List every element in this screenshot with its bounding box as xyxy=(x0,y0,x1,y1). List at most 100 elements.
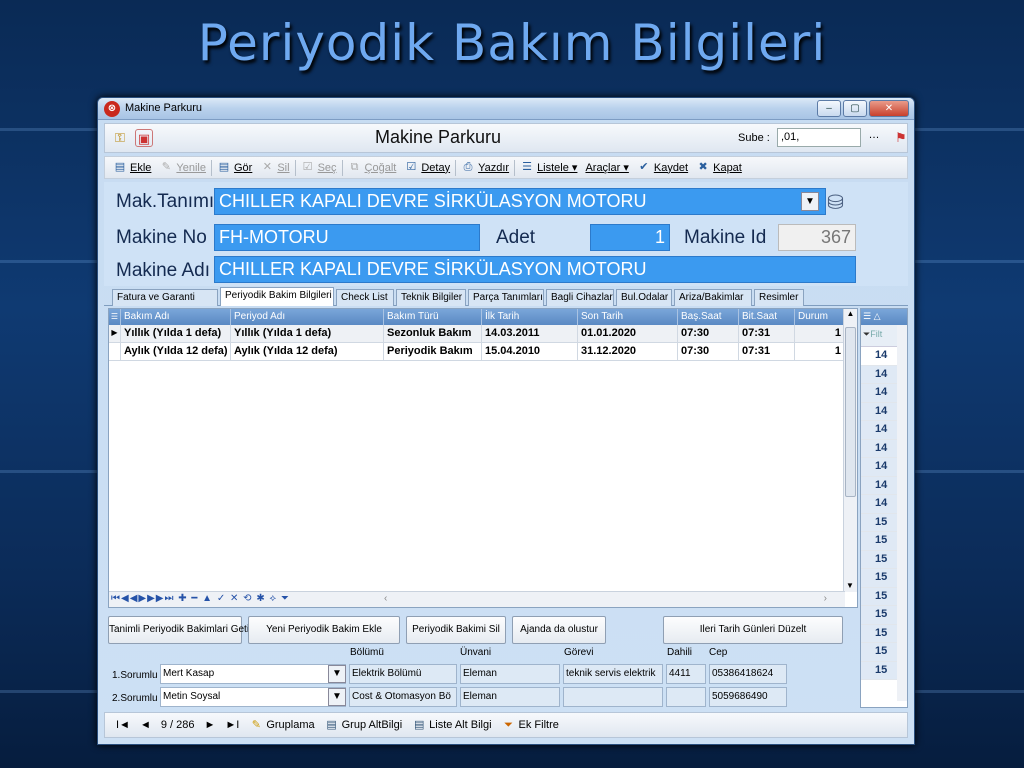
scroll-down-icon[interactable]: ▼ xyxy=(846,581,854,590)
toolbar-araçlar-button[interactable]: Araçlar ▾ xyxy=(581,161,632,174)
row-indicator xyxy=(109,343,121,360)
table-cell: 15.04.2010 xyxy=(482,343,578,360)
chevron-down-icon[interactable]: ▼ xyxy=(328,688,346,706)
database-search-icon[interactable]: ⛁ xyxy=(827,190,844,215)
table-row[interactable]: Aylık (Yılda 12 defa) Aylık (Yılda 12 def… xyxy=(109,343,857,361)
makine-adi-field[interactable]: CHILLER KAPALI DEVRE SİRKÜLASYON MOTORU xyxy=(214,256,856,283)
exit-icon[interactable]: ⚑ xyxy=(892,129,910,147)
tab-5[interactable]: Parça Tanımları xyxy=(468,289,544,306)
grid-vertical-scrollbar[interactable]: ▲ ▼ xyxy=(843,309,857,592)
tab-4[interactable]: Teknik Bilgiler xyxy=(396,289,466,306)
responsible-cep: 5059686490 xyxy=(709,687,787,707)
chevron-down-icon[interactable]: ▼ xyxy=(801,192,819,211)
delete-icon: ✕ xyxy=(262,161,272,173)
column-header[interactable]: Bakım Türü xyxy=(384,309,482,325)
create-agenda-button[interactable]: Ajanda da olustur xyxy=(512,616,606,644)
bottom-navigation-bar: I◄ ◄ 9 / 286 ► ►I ✎ Gruplama ▤ Grup AltBil… xyxy=(104,712,908,738)
responsible-name-select[interactable]: Mert Kasap xyxy=(160,664,346,684)
unvan-header: Ünvani xyxy=(460,647,492,658)
delete-maintenance-button[interactable]: Periyodik Bakimi Sil xyxy=(406,616,506,644)
key-icon[interactable]: ⚿ xyxy=(111,129,129,147)
adet-label: Adet xyxy=(496,227,536,248)
record-position: 9 / 286 xyxy=(160,719,195,731)
scroll-right-icon[interactable]: › xyxy=(824,593,827,604)
table-cell: Aylık (Yılda 12 defa) xyxy=(121,343,231,360)
add-maintenance-button[interactable]: Yeni Periyodik Bakim Ekle xyxy=(248,616,400,644)
table-cell: Periyodik Bakım xyxy=(384,343,482,360)
column-header[interactable]: Baş.Saat xyxy=(678,309,739,325)
toolbar-seç-button[interactable]: ☑ Seç xyxy=(297,161,341,174)
liste-alt-bilgi-button[interactable]: ▤ Liste Alt Bilgi xyxy=(407,719,496,732)
column-header[interactable]: Bit.Saat xyxy=(739,309,795,325)
grid-menu-icon[interactable]: ☰ xyxy=(109,309,121,325)
prev-record-button[interactable]: ◄ xyxy=(135,719,156,731)
dahili-header: Dahili xyxy=(667,647,693,658)
toolbar-yenile-button[interactable]: ✎ Yenile xyxy=(155,161,210,174)
grid-header: ☰ Bakım Adı Periyod Adı Bakım Türü İlk Tarih… xyxy=(109,309,857,325)
tab-3[interactable]: Check List xyxy=(336,289,394,306)
minimize-button[interactable]: – xyxy=(817,100,841,117)
detail-icon: ☑ xyxy=(406,161,417,173)
makine-no-label: Makine No xyxy=(116,227,207,248)
toolbar-gör-button[interactable]: ▤ Gör xyxy=(213,161,256,174)
gruplama-button[interactable]: ✎ Gruplama xyxy=(244,719,319,732)
adet-field[interactable]: 1 xyxy=(590,224,670,251)
column-header[interactable]: Periyod Adı xyxy=(231,309,384,325)
get-maintenance-button[interactable]: Tanimli Periyodik Bakimlari Getir xyxy=(108,616,252,644)
tab-8[interactable]: Ariza/Bakimlar xyxy=(674,289,752,306)
window-titlebar[interactable]: ⊗ Makine Parkuru – ▢ ✕ xyxy=(98,98,914,120)
last-record-button[interactable]: ►I xyxy=(220,719,244,731)
responsible-name-select[interactable]: Metin Soysal xyxy=(160,687,346,707)
toolbar-ekle-button[interactable]: ▤ Ekle xyxy=(109,161,155,174)
toolbar-sil-button[interactable]: ✕ Sil xyxy=(256,161,293,174)
tab-9[interactable]: Resimler xyxy=(754,289,804,306)
responsible-label: 2.Sorumlu xyxy=(112,693,158,704)
scroll-up-icon[interactable]: ▲ xyxy=(844,309,857,318)
toolbar-detay-button[interactable]: ☑ Detay xyxy=(400,161,454,174)
cep-header: Cep xyxy=(709,647,728,658)
maximize-button[interactable]: ▢ xyxy=(843,100,867,117)
scroll-left-icon[interactable]: ‹ xyxy=(384,593,387,604)
tab-6[interactable]: Bagli Cihazlar xyxy=(546,289,614,306)
makine-no-field[interactable]: FH-MOTORU xyxy=(214,224,480,251)
fix-dates-button[interactable]: Ileri Tarih Günleri Düzelt xyxy=(663,616,843,644)
toolbar-listele-button[interactable]: ☰ Listele ▾ xyxy=(516,161,581,174)
window-close-button[interactable]: ✕ xyxy=(869,100,909,117)
mak-tanimi-select[interactable]: CHILLER KAPALI DEVRE SİRKÜLASYON MOTORU xyxy=(214,188,826,215)
view-icon: ▤ xyxy=(218,161,230,173)
table-row[interactable]: ▶ Yıllık (Yılda 1 defa) Yıllık (Yılda 1 de… xyxy=(109,325,857,343)
building-icon[interactable]: ▣ xyxy=(135,129,153,147)
column-header[interactable]: İlk Tarih xyxy=(482,309,578,325)
tab-2[interactable]: Periyodik Bakim Bilgileri xyxy=(220,287,334,306)
responsible-unvan: Eleman xyxy=(460,687,560,707)
sube-input[interactable]: ,01, xyxy=(777,128,861,147)
next-record-button[interactable]: ► xyxy=(199,719,220,731)
wand-icon: ✎ xyxy=(251,718,261,731)
side-grid-scrollbar[interactable] xyxy=(897,325,907,701)
column-header[interactable]: Son Tarih xyxy=(578,309,678,325)
tab-7[interactable]: Bul.Odalar xyxy=(616,289,672,306)
column-header[interactable]: Bakım Adı xyxy=(121,309,231,325)
sube-more-button[interactable]: … xyxy=(866,129,882,147)
column-header[interactable]: Durum xyxy=(795,309,845,325)
toolbar-çoğalt-button[interactable]: ⧉ Çoğalt xyxy=(344,161,401,174)
table-cell: Aylık (Yılda 12 defa) xyxy=(231,343,384,360)
chevron-down-icon[interactable]: ▼ xyxy=(328,665,346,683)
toolbar-yazdır-button[interactable]: ⎙ Yazdır xyxy=(457,161,513,174)
scrollbar-thumb[interactable] xyxy=(845,327,856,497)
toolbar-kaydet-button[interactable]: ✔ Kaydet xyxy=(633,161,692,174)
app-logo-icon: ⊗ xyxy=(104,101,120,117)
add-icon: ▤ xyxy=(114,161,126,173)
table-cell: 14.03.2011 xyxy=(482,325,578,342)
first-record-button[interactable]: I◄ xyxy=(111,719,135,731)
table-cell: 07:31 xyxy=(739,325,795,342)
tab-1[interactable]: Fatura ve Garanti xyxy=(112,289,218,306)
toolbar-kapat-button[interactable]: ✖ Kapat xyxy=(692,161,746,174)
close-doc-icon: ✖ xyxy=(698,161,708,173)
ek-filtre-button[interactable]: ⏷ Ek Filtre xyxy=(497,719,564,732)
table-cell: 07:31 xyxy=(739,343,795,360)
grup-altbilgi-button[interactable]: ▤ Grup AltBilgi xyxy=(320,719,408,732)
window-title: Makine Parkuru xyxy=(125,102,203,114)
save-icon: ✔ xyxy=(639,161,649,173)
grid-navigator-icons[interactable]: ⏮◀◀▶▶▶⏭ ✚ ━ ▲ ✓ ✕ ⟲ ✱ ⟡ ⏷ xyxy=(111,593,290,604)
